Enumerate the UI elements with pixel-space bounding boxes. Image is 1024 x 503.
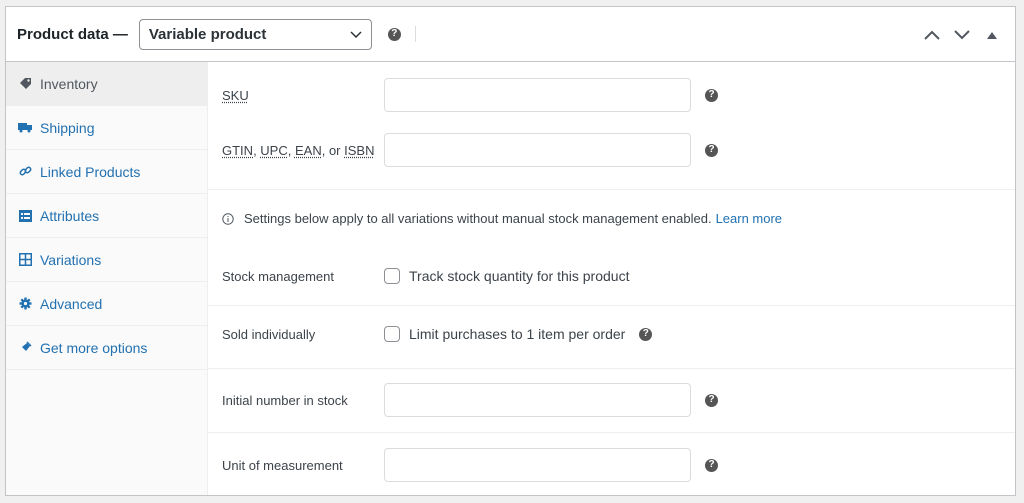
stock-management-checkbox-label[interactable]: Track stock quantity for this product <box>409 268 629 284</box>
tab-label: Inventory <box>40 75 98 92</box>
help-icon[interactable]: ? <box>705 393 718 407</box>
panel-header: Product data — Variable product ? <box>6 7 1015 62</box>
tab-label: Linked Products <box>40 163 141 180</box>
stock-management-row: Stock management Track stock quantity fo… <box>222 268 1015 284</box>
sold-individually-label: Sold individually <box>222 326 316 342</box>
learn-more-link[interactable]: Learn more <box>716 211 782 226</box>
identifiers-section: SKU ? GTIN, UPC, EAN, or ISBN ? <box>208 62 1015 190</box>
inventory-panel: SKU ? GTIN, UPC, EAN, or ISBN ? Settings… <box>208 62 1015 495</box>
tab-shipping[interactable]: Shipping <box>6 106 207 150</box>
list-icon <box>18 209 32 223</box>
tab-attributes[interactable]: Attributes <box>6 194 207 238</box>
product-type-value: Variable product <box>148 25 267 43</box>
initial-stock-section: Initial number in stock ? <box>208 369 1015 433</box>
sold-individually-row: Sold individually Limit purchases to 1 i… <box>222 326 1015 342</box>
gtin-row: GTIN, UPC, EAN, or ISBN ? <box>222 133 1015 167</box>
triangle-up-icon <box>987 32 997 39</box>
chevron-down-icon <box>954 30 970 40</box>
tag-icon <box>18 77 32 91</box>
variations-notice: Settings below apply to all variations w… <box>222 211 782 226</box>
help-icon[interactable]: ? <box>705 88 718 102</box>
product-data-panel: Product data — Variable product ? Invent… <box>5 6 1016 496</box>
move-down-button[interactable] <box>947 25 977 45</box>
toggle-panel-button[interactable] <box>977 25 1007 45</box>
help-icon[interactable]: ? <box>387 27 401 41</box>
initial-stock-row: Initial number in stock ? <box>222 383 1015 417</box>
tab-label: Attributes <box>40 207 100 224</box>
gear-icon <box>18 297 32 311</box>
tab-variations[interactable]: Variations <box>6 238 207 282</box>
help-icon[interactable]: ? <box>705 143 718 157</box>
plugin-icon <box>18 341 32 355</box>
chevron-down-icon <box>350 31 362 39</box>
stock-section: Settings below apply to all variations w… <box>208 190 1015 306</box>
sold-individually-checkbox-label[interactable]: Limit purchases to 1 item per order <box>409 326 625 342</box>
product-type-select[interactable]: Variable product <box>138 18 372 50</box>
tab-advanced[interactable]: Advanced <box>6 282 207 326</box>
sku-input[interactable] <box>384 78 691 112</box>
tab-label: Shipping <box>40 119 95 136</box>
truck-icon <box>18 121 32 135</box>
tab-label: Advanced <box>40 295 103 312</box>
initial-stock-label: Initial number in stock <box>222 392 348 408</box>
unit-section: Unit of measurement ? <box>208 433 1015 495</box>
sku-row: SKU ? <box>222 78 1015 112</box>
help-icon[interactable]: ? <box>705 458 718 472</box>
help-icon[interactable]: ? <box>639 327 653 341</box>
chevron-up-icon <box>924 30 940 40</box>
link-icon <box>18 165 32 179</box>
sold-individually-checkbox[interactable] <box>384 326 400 342</box>
product-data-tabs: Inventory Shipping Linked Products Attri… <box>6 62 208 495</box>
gtin-input[interactable] <box>384 133 691 167</box>
unit-label: Unit of measurement <box>222 457 343 473</box>
tab-inventory[interactable]: Inventory <box>6 62 207 106</box>
tab-label: Get more options <box>40 339 148 356</box>
tab-get-more-options[interactable]: Get more options <box>6 326 207 370</box>
sold-individually-section: Sold individually Limit purchases to 1 i… <box>208 306 1015 369</box>
move-up-button[interactable] <box>917 25 947 45</box>
header-divider <box>414 26 416 42</box>
tab-linked-products[interactable]: Linked Products <box>6 150 207 194</box>
stock-management-checkbox[interactable] <box>384 268 400 284</box>
stock-management-label: Stock management <box>222 268 335 284</box>
notice-text: Settings below apply to all variations w… <box>244 211 712 226</box>
unit-input[interactable] <box>384 448 691 482</box>
gtin-label: GTIN, UPC, EAN, or ISBN <box>222 142 375 158</box>
tab-label: Variations <box>40 251 102 268</box>
panel-title: Product data — <box>17 25 128 43</box>
unit-row: Unit of measurement ? <box>222 448 1015 482</box>
initial-stock-input[interactable] <box>384 383 691 417</box>
sku-label: SKU <box>222 87 249 103</box>
grid-icon <box>18 253 32 267</box>
info-icon <box>222 212 234 225</box>
